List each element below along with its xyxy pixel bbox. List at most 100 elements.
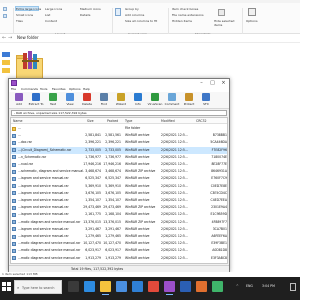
- store-icon[interactable]: [116, 281, 127, 292]
- winrar-icon[interactable]: [164, 281, 175, 295]
- table-row[interactable]: ...iagram and service manual.rar 2,161,77…: [11, 211, 227, 218]
- column-crc32[interactable]: CRC32: [196, 118, 207, 124]
- hide-selected-icon[interactable]: [218, 9, 225, 16]
- table-row[interactable]: ...iagram and service manual.rar1,399,01…: [11, 262, 227, 264]
- language-indicator[interactable]: ENG: [246, 283, 253, 289]
- archive-file-list: Name Size Packed Type Modified CRC32 ...…: [10, 117, 228, 264]
- table-row[interactable]: ...iagram and service manual.rar 1,354,10…: [11, 197, 227, 204]
- table-row[interactable]: ... File folder: [11, 125, 227, 132]
- forward-arrow-icon[interactable]: →: [8, 35, 12, 41]
- word-icon[interactable]: [180, 281, 191, 292]
- preview-pane-icon[interactable]: [3, 14, 7, 18]
- layout-large-icons[interactable]: Large icons: [45, 7, 62, 11]
- hide-selected-button[interactable]: Hide selected items: [214, 19, 238, 27]
- cell-crc: A0D81D8: [212, 248, 227, 253]
- toolbar-wizard-button[interactable]: Wizard: [114, 93, 128, 108]
- search-icon: ⌕: [17, 285, 20, 290]
- hidden-items-toggle[interactable]: Hidden items: [172, 19, 192, 23]
- breadcrumb[interactable]: New folder: [17, 35, 39, 41]
- archive-file-icon: [12, 220, 16, 225]
- item-check-boxes-toggle[interactable]: Item check boxes: [172, 7, 198, 11]
- layout-details[interactable]: Details: [80, 13, 90, 17]
- layout-list[interactable]: List: [45, 13, 50, 17]
- clock[interactable]: 3:04 PM: [262, 283, 275, 289]
- toolbar-comment-button[interactable]: Comment: [165, 93, 179, 108]
- windows-start-icon[interactable]: [2, 282, 11, 291]
- sidebar-folder-icon[interactable]: [2, 60, 10, 65]
- close-icon[interactable]: ×: [218, 79, 229, 87]
- file-name-extensions-toggle[interactable]: File name extensions: [172, 13, 204, 17]
- column-modified[interactable]: Modified: [161, 118, 175, 124]
- cell-size: 5,369,910: [85, 183, 101, 188]
- layout-small-icons[interactable]: Small icons: [16, 13, 33, 17]
- toolbar-protect-button[interactable]: Protect: [182, 93, 196, 108]
- table-row[interactable]: ...matic diagram and service manual.rar 1…: [11, 240, 227, 247]
- system-tray-arrow-icon[interactable]: ^: [236, 283, 239, 289]
- layout-content[interactable]: Content: [45, 19, 57, 23]
- column-type[interactable]: Type: [125, 118, 132, 124]
- cell-crc: C0ED7E8E: [210, 183, 227, 188]
- toolbar-sfx-button[interactable]: SFX: [199, 93, 213, 108]
- winrar-titlebar[interactable]: – □ ×: [9, 79, 229, 87]
- back-arrow-icon[interactable]: ←: [2, 35, 6, 41]
- sort-by-icon[interactable]: [115, 8, 121, 16]
- table-row[interactable]: ...iagram and service manual.rar 3,291,46…: [11, 226, 227, 233]
- toolbar-extract-to-button[interactable]: Extract To: [29, 93, 43, 108]
- column-name[interactable]: Name: [13, 118, 22, 124]
- options-button[interactable]: Options: [246, 19, 258, 23]
- table-row[interactable]: ...iagram and service manual.rar 5,369,91…: [11, 183, 227, 190]
- table-row[interactable]: ...schematic, diagram and service manual…: [11, 168, 227, 175]
- minimize-icon[interactable]: –: [196, 79, 207, 87]
- table-row[interactable]: ...(Circuit_Diagram)_Schematic.rar 2,733,…: [11, 146, 227, 154]
- table-row[interactable]: ...nual.rar 17,946,216 17,946,216 WinRAR ar…: [11, 161, 227, 168]
- table-row[interactable]: ...iagram and service manual.rar 6,525,34…: [11, 175, 227, 182]
- group-by-button[interactable]: Group by: [125, 7, 139, 11]
- cell-type: WinRAR archive: [125, 154, 150, 159]
- table-row[interactable]: ...iagram and service manual.rar 29,473,4…: [11, 204, 227, 211]
- toolbar-info-button[interactable]: Info: [131, 93, 145, 108]
- table-row[interactable]: ...n_Schematic.rar 1,736,977 1,736,977 WinR…: [11, 154, 227, 161]
- sidebar-folder-icon[interactable]: [2, 68, 10, 73]
- column-packed[interactable]: Packed: [107, 118, 118, 124]
- table-row[interactable]: ... 2,581,841 2,581,561 WinRAR archive 2/26/…: [11, 132, 227, 139]
- add-columns-button[interactable]: Add columns: [125, 13, 144, 17]
- task-view-icon[interactable]: [68, 281, 79, 292]
- toolbar-view-button[interactable]: View: [63, 93, 77, 108]
- table-row[interactable]: ...matic diagram and service manual.rar 1…: [11, 255, 227, 262]
- taskbar-search-input[interactable]: ⌕ Type here to search: [14, 280, 62, 294]
- chrome-icon[interactable]: [148, 281, 159, 292]
- mail-icon[interactable]: [132, 281, 143, 292]
- edge-icon[interactable]: [84, 281, 95, 292]
- layout-extra-large-icons[interactable]: Extra large icons: [16, 7, 41, 11]
- toolbar-test-button[interactable]: Test: [46, 93, 60, 108]
- cell-name: ...schematic, diagram and service manual…: [18, 169, 84, 174]
- app-icon[interactable]: [212, 281, 223, 292]
- table-row[interactable]: ...iagram and service manual.rar 1,279,46…: [11, 233, 227, 240]
- column-size[interactable]: Size: [87, 118, 94, 124]
- cell-crc: 8646931A: [211, 169, 227, 174]
- layout-tiles[interactable]: Tiles: [16, 19, 23, 23]
- file-explorer-icon[interactable]: [100, 281, 111, 295]
- notifications-icon[interactable]: [290, 283, 296, 291]
- navigation-pane-icon[interactable]: [3, 7, 7, 11]
- archive-path-bar[interactable]: - RAR archive, unpacked size 117,522,392…: [11, 110, 227, 116]
- cell-name: ...matic diagram and service manual.rar: [18, 248, 81, 253]
- size-columns-button[interactable]: Size all columns to fit: [125, 19, 157, 23]
- cell-name: ...iagram and service manual.rar: [18, 183, 69, 188]
- options-icon[interactable]: [248, 8, 256, 16]
- quick-access-icon[interactable]: [2, 52, 10, 57]
- virus-scan-icon: [151, 93, 159, 101]
- toolbar-find-button[interactable]: Find: [97, 93, 111, 108]
- table-row[interactable]: ...iagram and service manual.rar 3,676,10…: [11, 190, 227, 197]
- maximize-icon[interactable]: □: [207, 79, 218, 87]
- table-row[interactable]: ...matic diagram and service manual.rar 1…: [11, 219, 227, 226]
- cell-name: ...iagram and service manual.rar: [18, 176, 69, 181]
- layout-medium-icons[interactable]: Medium icons: [80, 7, 101, 11]
- toolbar-add-button[interactable]: Add: [12, 93, 26, 108]
- table-row[interactable]: ...matic diagram and service manual.rar 6…: [11, 247, 227, 254]
- media-icon[interactable]: [196, 281, 207, 292]
- toolbar-delete-button[interactable]: Delete: [80, 93, 94, 108]
- table-row[interactable]: ...doc.rar 2,396,221 2,396,221 WinRAR archi…: [11, 139, 227, 146]
- cell-crc: 2301E9A4: [211, 205, 227, 210]
- toolbar-virusscan-button[interactable]: VirusScan: [148, 93, 162, 108]
